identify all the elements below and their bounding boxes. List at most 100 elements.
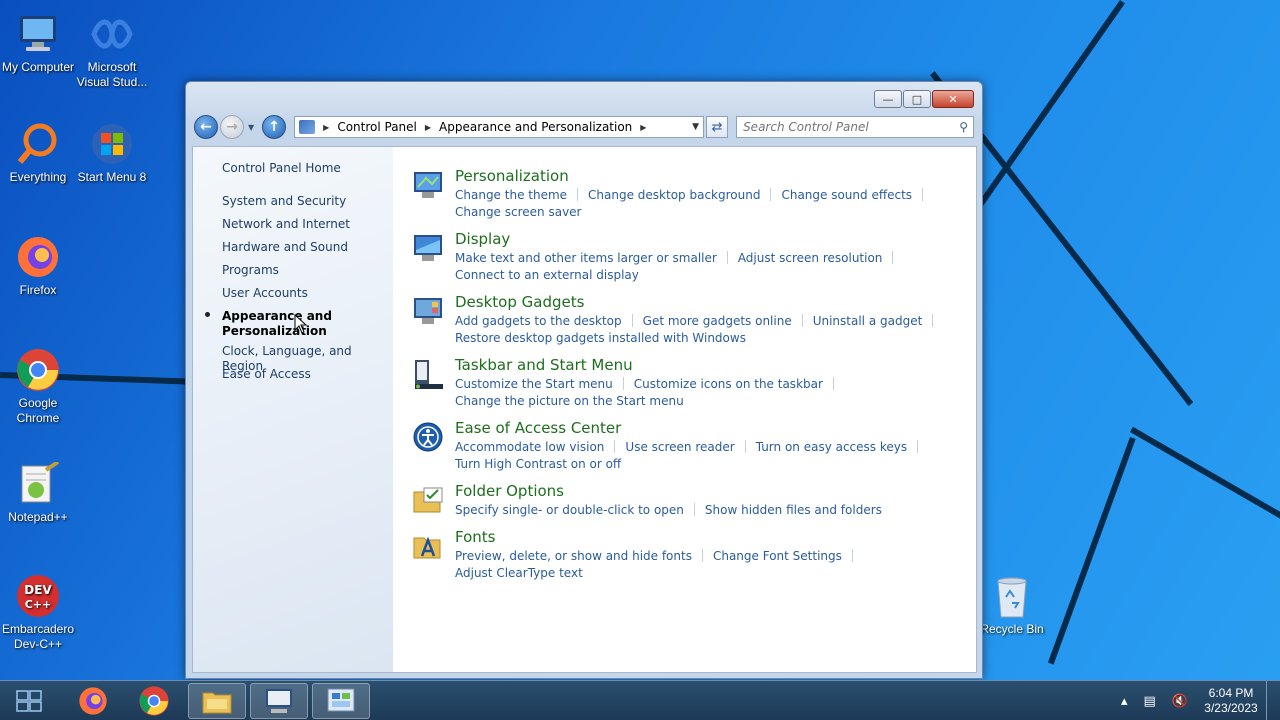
sidebar-item-user-accounts[interactable]: User Accounts — [222, 286, 308, 301]
clock[interactable]: 6:04 PM 3/23/2023 — [1196, 686, 1266, 716]
link-low-vision[interactable]: Accommodate low vision — [455, 440, 604, 454]
show-hidden-icons-icon[interactable]: ▴ — [1121, 694, 1128, 709]
breadcrumb-chevron-icon[interactable]: ▶ — [425, 123, 431, 132]
taskbar-icon[interactable] — [412, 358, 444, 390]
display-icon[interactable] — [412, 232, 444, 264]
taskbar-remote-desktop[interactable] — [250, 683, 308, 719]
search-box[interactable]: ⚲ — [736, 116, 975, 138]
link-external-display[interactable]: Connect to an external display — [455, 268, 639, 282]
clock-date: 3/23/2023 — [1204, 701, 1258, 715]
network-icon[interactable]: ▤ — [1144, 694, 1156, 709]
fonts-icon[interactable] — [412, 530, 444, 562]
desktop-icon-everything[interactable]: Everything — [0, 120, 76, 185]
desktop-icon-visual-studio[interactable]: Microsoft Visual Stud... — [74, 10, 150, 90]
search-input[interactable] — [737, 117, 974, 137]
desktop-icon-recycle-bin[interactable]: Recycle Bin — [974, 572, 1050, 637]
link-high-contrast[interactable]: Turn High Contrast on or off — [455, 457, 621, 471]
link-get-more-gadgets[interactable]: Get more gadgets online — [643, 314, 792, 328]
sidebar-item-appearance[interactable]: Appearance and Personalization — [222, 309, 332, 339]
category-title[interactable]: Desktop Gadgets — [455, 293, 584, 311]
link-customize-start-menu[interactable]: Customize the Start menu — [455, 377, 613, 391]
desktop-icon-my-computer[interactable]: My Computer — [0, 10, 76, 75]
link-show-hidden-files[interactable]: Show hidden files and folders — [705, 503, 882, 517]
maximize-icon: □ — [911, 92, 923, 106]
chrome-icon — [139, 686, 169, 716]
sidebar-item-hardware-sound[interactable]: Hardware and Sound — [222, 240, 348, 255]
category-title[interactable]: Folder Options — [455, 482, 564, 500]
link-uninstall-gadget[interactable]: Uninstall a gadget — [813, 314, 923, 328]
taskbar-chrome[interactable] — [125, 683, 183, 719]
volume-muted-icon[interactable]: 🔇 — [1172, 694, 1188, 709]
link-single-double-click[interactable]: Specify single- or double-click to open — [455, 503, 684, 517]
wallpaper-streak — [1130, 426, 1280, 532]
breadcrumb-chevron-icon[interactable]: ▶ — [640, 123, 646, 132]
link-restore-gadgets[interactable]: Restore desktop gadgets installed with W… — [455, 331, 746, 345]
link-change-theme[interactable]: Change the theme — [455, 188, 567, 202]
back-button[interactable]: ← — [194, 115, 218, 139]
link-font-settings[interactable]: Change Font Settings — [713, 549, 842, 563]
taskbar-file-explorer[interactable] — [188, 683, 246, 719]
minimize-icon: — — [882, 92, 894, 106]
remote-desktop-icon — [266, 689, 292, 713]
category-links: Add gadgets to the desktop Get more gadge… — [455, 313, 975, 347]
maximize-button[interactable]: □ — [903, 90, 931, 108]
gadgets-icon[interactable] — [412, 295, 444, 327]
category-title[interactable]: Fonts — [455, 528, 495, 546]
active-bullet-icon — [205, 312, 210, 317]
sidebar-item-ease-of-access[interactable]: Ease of Access — [222, 367, 311, 382]
link-add-gadgets[interactable]: Add gadgets to the desktop — [455, 314, 622, 328]
category-title[interactable]: Taskbar and Start Menu — [455, 356, 633, 374]
sidebar-item-system-security[interactable]: System and Security — [222, 194, 346, 209]
recent-pages-dropdown[interactable]: ▼ — [248, 123, 254, 132]
forward-arrow-icon: → — [226, 119, 238, 135]
show-desktop-button[interactable] — [1266, 681, 1280, 720]
link-text-size[interactable]: Make text and other items larger or smal… — [455, 251, 717, 265]
link-easy-access-keys[interactable]: Turn on easy access keys — [756, 440, 907, 454]
desktop-icon-firefox[interactable]: Firefox — [0, 233, 76, 298]
firefox-icon — [14, 233, 62, 281]
forward-button[interactable]: → — [220, 115, 244, 139]
ease-of-access-icon[interactable] — [412, 421, 444, 453]
recycle-bin-icon — [988, 572, 1036, 620]
sidebar: Control Panel Home System and Security N… — [193, 147, 393, 672]
link-change-start-picture[interactable]: Change the picture on the Start menu — [455, 394, 684, 408]
desktop-icon-dev-cpp[interactable]: DEV C++ Embarcadero Dev-C++ — [0, 572, 76, 652]
refresh-button[interactable]: ⇄ — [706, 116, 729, 138]
category-title[interactable]: Ease of Access Center — [455, 419, 621, 437]
content-area: Control Panel Home System and Security N… — [192, 146, 977, 673]
firefox-icon — [79, 687, 107, 715]
link-screen-resolution[interactable]: Adjust screen resolution — [738, 251, 883, 265]
svg-text:DEV: DEV — [24, 583, 52, 597]
category-title[interactable]: Personalization — [455, 167, 569, 185]
link-cleartype[interactable]: Adjust ClearType text — [455, 566, 583, 580]
sidebar-item-network-internet[interactable]: Network and Internet — [222, 217, 350, 232]
up-button[interactable]: ↑ — [262, 115, 287, 139]
folder-options-icon[interactable] — [412, 484, 444, 516]
sidebar-item-programs[interactable]: Programs — [222, 263, 279, 278]
link-screen-reader[interactable]: Use screen reader — [625, 440, 734, 454]
link-customize-taskbar-icons[interactable]: Customize icons on the taskbar — [634, 377, 823, 391]
taskbar-control-panel[interactable] — [312, 683, 370, 719]
link-change-desktop-background[interactable]: Change desktop background — [588, 188, 760, 202]
back-arrow-icon: ← — [200, 119, 212, 135]
link-change-sound-effects[interactable]: Change sound effects — [781, 188, 912, 202]
link-preview-fonts[interactable]: Preview, delete, or show and hide fonts — [455, 549, 692, 563]
breadcrumb-chevron-icon[interactable]: ▶ — [323, 123, 329, 132]
desktop-icon-start-menu-8[interactable]: Start Menu 8 — [74, 120, 150, 185]
address-bar[interactable]: ▶ Control Panel ▶ Appearance and Persona… — [294, 116, 705, 138]
breadcrumb-appearance[interactable]: Appearance and Personalization — [439, 120, 632, 134]
category-links: Accommodate low vision Use screen reader T… — [455, 439, 975, 473]
minimize-button[interactable]: — — [874, 90, 902, 108]
link-change-screen-saver[interactable]: Change screen saver — [455, 205, 582, 219]
start-button[interactable] — [0, 683, 58, 719]
personalization-icon[interactable] — [412, 169, 444, 201]
address-dropdown-icon[interactable]: ▼ — [692, 122, 699, 132]
desktop-icon-google-chrome[interactable]: Google Chrome — [0, 346, 76, 426]
category-title[interactable]: Display — [455, 230, 510, 248]
desktop-icon-notepad-plus-plus[interactable]: Notepad++ — [0, 460, 76, 525]
breadcrumb-control-panel[interactable]: Control Panel — [337, 120, 417, 134]
close-button[interactable]: ✕ — [932, 90, 974, 108]
search-icon[interactable]: ⚲ — [959, 120, 968, 134]
sidebar-item-control-panel-home[interactable]: Control Panel Home — [222, 161, 341, 176]
taskbar-firefox[interactable] — [64, 683, 122, 719]
